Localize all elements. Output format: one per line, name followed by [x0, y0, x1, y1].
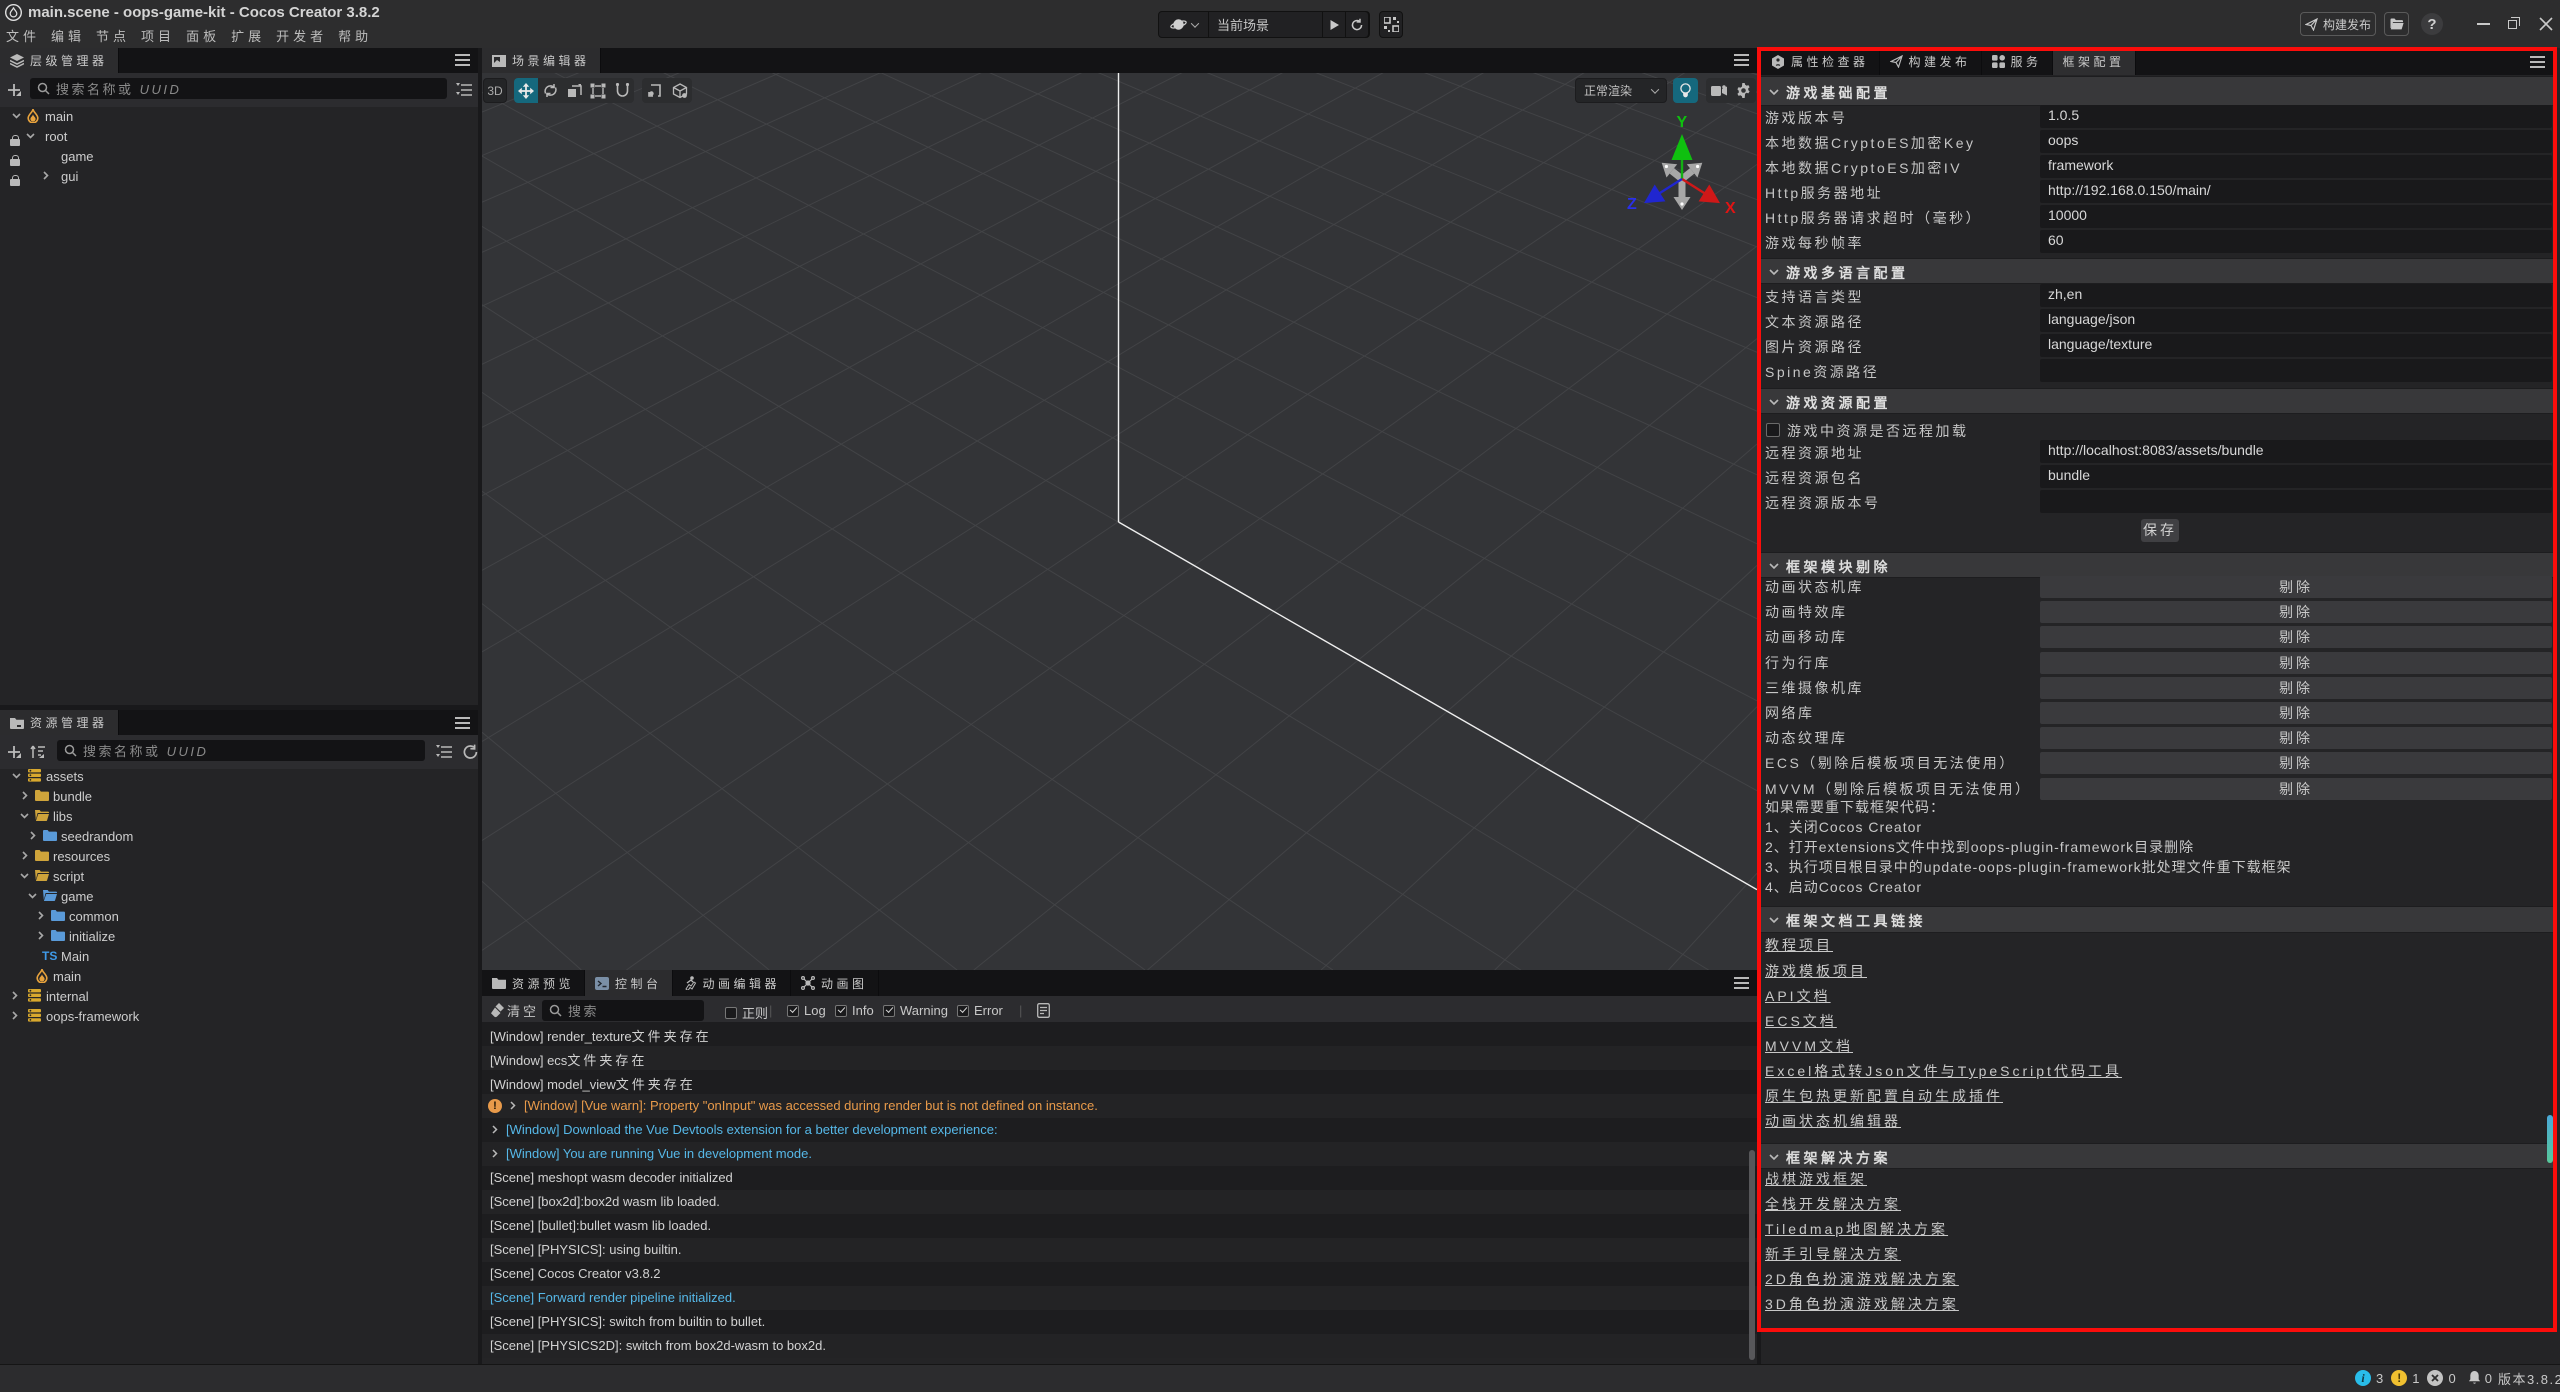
svg-text:Y: Y	[1677, 114, 1688, 131]
svg-text:X: X	[1725, 200, 1736, 217]
svg-text:Z: Z	[1627, 196, 1637, 213]
